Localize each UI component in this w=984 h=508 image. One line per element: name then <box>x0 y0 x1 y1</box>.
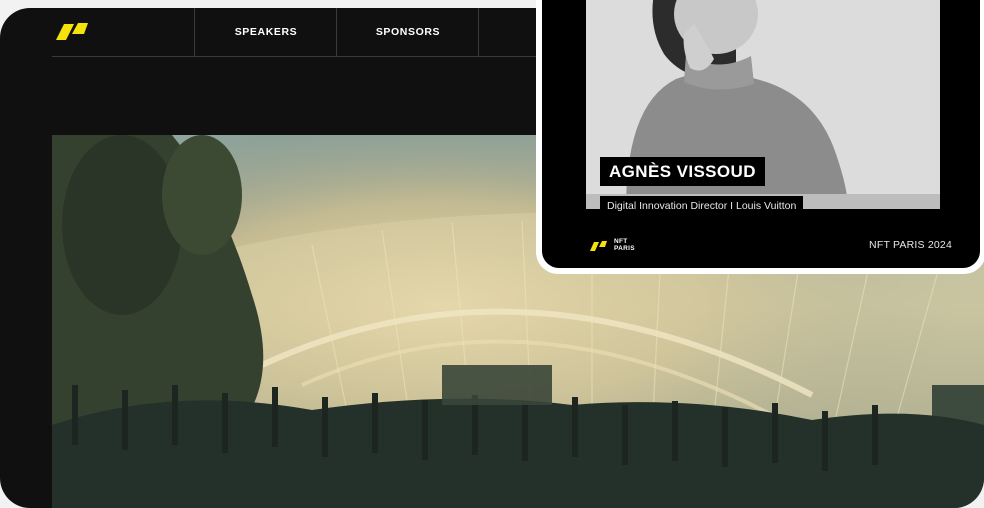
speaker-role: Digital Innovation Director I Louis Vuit… <box>600 196 804 215</box>
nav-item-speakers[interactable]: SPEAKERS <box>194 8 337 56</box>
event-label: NFT PARIS 2024 <box>869 239 952 251</box>
nav-item-sponsors[interactable]: SPONSORS <box>336 8 479 56</box>
nft-paris-mini-logo-icon <box>590 241 607 251</box>
speaker-name: AGNÈS VISSOUD <box>600 157 765 186</box>
speaker-card-inner: AGNÈS VISSOUD Digital Innovation Directo… <box>542 0 980 268</box>
speaker-card: AGNÈS VISSOUD Digital Innovation Directo… <box>536 0 984 274</box>
brand-line-1: NFT <box>614 238 628 245</box>
nft-paris-logo-icon[interactable] <box>54 20 94 44</box>
brand-line-2: PARIS <box>614 245 635 252</box>
brand-wordmark: NFT PARIS <box>614 238 635 252</box>
